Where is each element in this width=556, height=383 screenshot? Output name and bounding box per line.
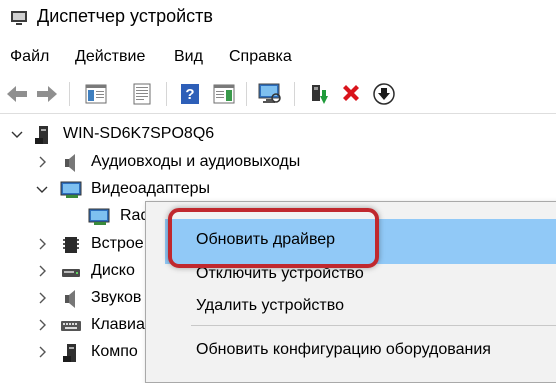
keyboard-icon	[61, 321, 81, 331]
context-menu-separator	[191, 325, 556, 326]
tree-item-gpu[interactable]: Radeo	[0, 205, 167, 229]
toolbar-separator	[166, 82, 167, 106]
page-icon	[133, 83, 151, 105]
scan-hardware-button[interactable]	[256, 80, 284, 108]
uninstall-icon	[343, 85, 359, 101]
speaker-icon	[65, 290, 75, 308]
chevron-right-icon[interactable]	[35, 237, 49, 251]
toolbar-separator	[246, 82, 247, 106]
back-button[interactable]	[3, 80, 31, 108]
display-adapter-icon	[88, 208, 110, 225]
speaker-icon	[65, 154, 75, 172]
uninstall-button[interactable]	[337, 80, 365, 108]
menu-help[interactable]: Справка	[229, 48, 292, 66]
tree-item-keyboard[interactable]: Клавиа	[0, 314, 145, 338]
properties-button[interactable]	[128, 80, 156, 108]
toolbar-separator	[294, 82, 295, 106]
tree-item-label: Компо	[91, 343, 138, 360]
forward-icon	[37, 86, 57, 102]
chevron-right-icon[interactable]	[35, 318, 49, 332]
back-icon	[7, 86, 27, 102]
help-button[interactable]: ?	[176, 80, 204, 108]
chevron-right-icon[interactable]	[35, 155, 49, 169]
monitor-scan-icon	[258, 83, 281, 103]
title-bar: Диспетчер устройств	[0, 0, 556, 36]
show-hide-tree-button[interactable]	[82, 80, 110, 108]
download-icon	[373, 83, 395, 105]
action-pane-icon	[213, 84, 235, 104]
chevron-down-icon[interactable]	[35, 182, 49, 196]
scan-hardware-menu-item[interactable]: Обновить конфигурацию оборудования	[196, 341, 491, 359]
update-driver-icon	[312, 85, 328, 104]
chip-icon	[63, 237, 79, 253]
menu-view[interactable]: Вид	[174, 48, 203, 66]
update-driver-toolbar-button[interactable]	[304, 80, 332, 108]
disk-icon	[62, 269, 80, 277]
tree-item-builtin[interactable]: Встрое	[0, 233, 145, 257]
computer-icon	[63, 344, 76, 362]
chevron-down-icon[interactable]	[10, 127, 24, 141]
computer-name: WIN-SD6K7SPO8Q6	[63, 125, 215, 142]
svg-text:?: ?	[185, 86, 194, 103]
tree-root[interactable]: WIN-SD6K7SPO8Q6	[0, 123, 300, 147]
uninstall-device-menu-item[interactable]: Удалить устройство	[196, 297, 344, 315]
tree-item-label: Встрое	[91, 235, 144, 252]
tree-item-disk[interactable]: Диско	[0, 260, 145, 284]
tree-item-label: Видеоадаптеры	[91, 180, 210, 197]
toolbar-divider	[0, 113, 556, 114]
tree-item-label: Аудиовходы и аудиовыходы	[91, 153, 301, 170]
toolbar-separator	[69, 82, 70, 106]
tree-item-label: Звуков	[91, 289, 142, 306]
help-icon: ?	[181, 84, 199, 104]
menu-bar: Файл Действие Вид Справка	[0, 46, 556, 70]
window-title: Диспетчер устройств	[37, 6, 213, 26]
menu-action[interactable]: Действие	[75, 48, 145, 66]
tree-item-label: Диско	[91, 262, 135, 279]
device-manager-icon	[11, 11, 27, 25]
tree-item-video[interactable]: Видеоадаптеры	[0, 178, 260, 202]
computer-icon	[35, 126, 48, 144]
highlight-callout	[168, 208, 379, 268]
forward-button[interactable]	[33, 80, 61, 108]
chevron-right-icon[interactable]	[35, 264, 49, 278]
menu-file[interactable]: Файл	[10, 48, 49, 66]
chevron-right-icon[interactable]	[35, 345, 49, 359]
tree-item-sound[interactable]: Звуков	[0, 287, 145, 311]
tree-item-label: Клавиа	[91, 316, 145, 333]
tree-item-audio[interactable]: Аудиовходы и аудиовыходы	[0, 151, 330, 175]
toolbar: ?	[0, 78, 556, 110]
tree-item-computer[interactable]: Компо	[0, 341, 145, 365]
download-button[interactable]	[370, 80, 398, 108]
display-adapter-icon	[60, 181, 82, 198]
properties-pane-icon	[85, 84, 107, 104]
chevron-right-icon[interactable]	[35, 291, 49, 305]
action-pane-button[interactable]	[210, 80, 238, 108]
